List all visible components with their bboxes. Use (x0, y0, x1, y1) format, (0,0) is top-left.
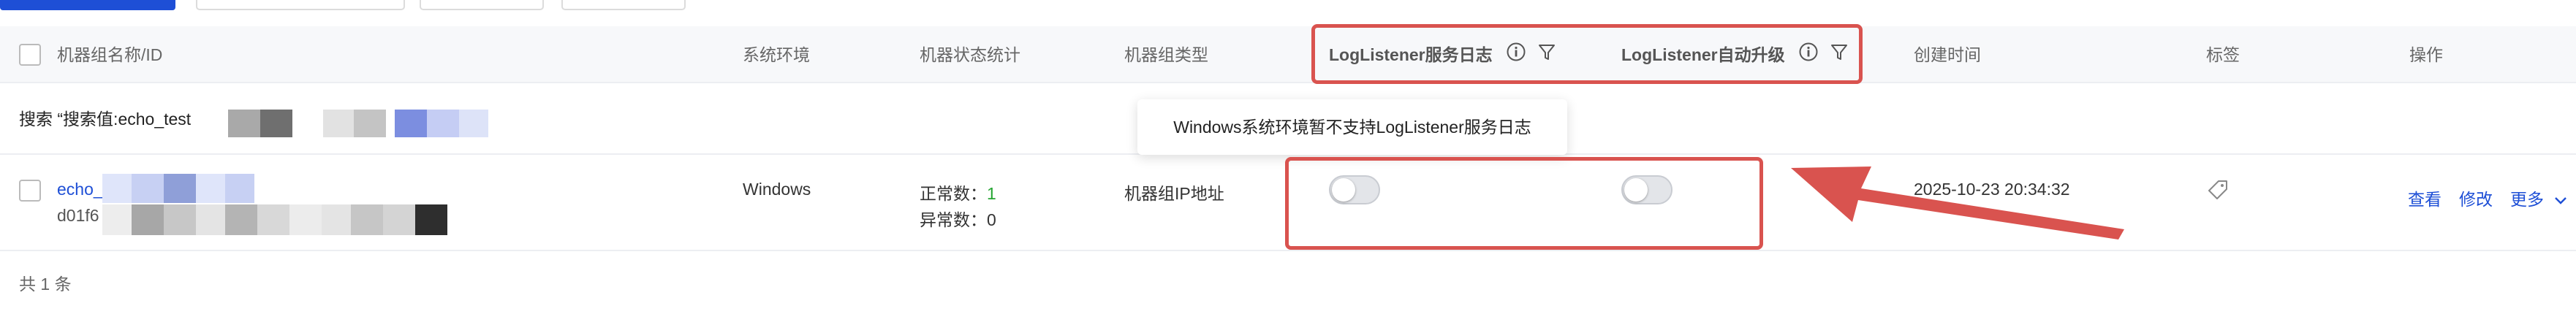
table-header: 机器组名称/ID 系统环境 机器状态统计 机器组类型 LogListener服务… (0, 26, 2576, 83)
primary-toolbar-button[interactable] (0, 0, 175, 10)
more-menu[interactable]: 更多 (2510, 185, 2567, 210)
machine-group-name[interactable]: echo_ (57, 180, 103, 199)
header-created: 创建时间 (1914, 45, 1981, 64)
log-service-tooltip: Windows系统环境暂不支持LogListener服务日志 (1137, 99, 1567, 155)
system-env: Windows (743, 180, 811, 199)
toggle-highlight-box (1285, 157, 1763, 250)
view-link[interactable]: 查看 (2408, 185, 2441, 210)
annotation-arrow (1791, 166, 2124, 240)
redacted-mosaic (228, 110, 488, 137)
chevron-down-icon (2554, 191, 2567, 210)
normal-count-value: 1 (987, 184, 996, 203)
toolbar (0, 0, 2576, 12)
arrow-shape (1791, 166, 2124, 240)
machine-group-id: d01f6 (57, 206, 99, 225)
header-type: 机器组类型 (1124, 45, 1208, 64)
toolbar-button[interactable] (196, 0, 405, 10)
header-tags: 标签 (2206, 45, 2240, 64)
machine-group-type: 机器组IP地址 (1124, 184, 1224, 203)
normal-count-label: 正常数： (920, 184, 987, 203)
toolbar-button[interactable] (561, 0, 686, 10)
normal-count: 正常数：1 (920, 180, 996, 204)
header-highlight-box (1311, 24, 1863, 84)
search-label: 搜索 “搜索值:echo_test (19, 110, 192, 129)
header-name: 机器组名称/ID (57, 45, 163, 64)
header-stats: 机器状态统计 (920, 45, 1020, 64)
edit-link[interactable]: 修改 (2459, 185, 2493, 210)
redacted-mosaic (102, 204, 447, 235)
abnormal-count-value: 0 (987, 210, 996, 229)
header-actions: 操作 (2409, 45, 2443, 64)
select-all-checkbox[interactable] (19, 44, 41, 66)
abnormal-count: 异常数：0 (920, 206, 996, 231)
more-label: 更多 (2510, 190, 2544, 209)
abnormal-count-label: 异常数： (920, 210, 987, 229)
tag-icon[interactable] (2206, 178, 2230, 206)
toolbar-button[interactable] (420, 0, 544, 10)
total-count: 共 1 条 (19, 275, 72, 294)
row-checkbox[interactable] (19, 180, 41, 202)
header-env: 系统环境 (743, 45, 810, 64)
redacted-mosaic (102, 174, 254, 203)
